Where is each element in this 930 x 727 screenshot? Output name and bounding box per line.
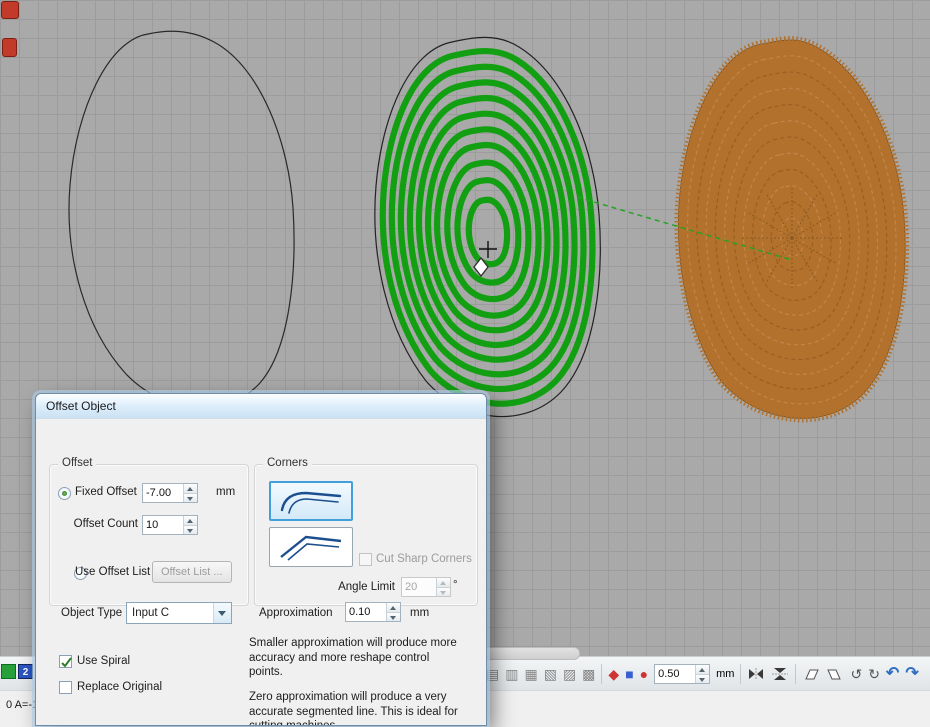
spin-down-icon[interactable] xyxy=(184,526,197,535)
stitch-width-unit: mm xyxy=(716,668,734,680)
approximation-note-2: Zero approximation will produce a very a… xyxy=(249,690,459,726)
blue-node-icon[interactable]: ■ xyxy=(625,667,633,681)
use-spiral-label: Use Spiral xyxy=(77,655,130,667)
mirror-vertical-icon[interactable] xyxy=(771,666,789,682)
angle-limit-unit: ° xyxy=(453,579,458,591)
docked-tool-icon[interactable] xyxy=(1,1,19,19)
object-type-value: Input C xyxy=(127,607,213,619)
toolbar-separator xyxy=(601,664,602,684)
corners-group-label: Corners xyxy=(263,457,312,469)
replace-original-label: Replace Original xyxy=(77,681,162,693)
spin-down-icon[interactable] xyxy=(184,494,197,503)
object-count-badge[interactable]: 2 xyxy=(18,664,33,679)
fixed-offset-value[interactable] xyxy=(143,484,183,502)
stitch-width-input[interactable] xyxy=(654,664,710,684)
spin-down-icon[interactable] xyxy=(696,675,709,684)
spin-up-icon[interactable] xyxy=(184,516,197,526)
dialog-body: Offset Fixed Offset mm Offset Count Use … xyxy=(36,418,486,725)
rotate-ccw-icon[interactable]: ↺ xyxy=(850,667,862,681)
color-swatch-green[interactable] xyxy=(1,664,16,679)
approximation-input[interactable] xyxy=(345,602,401,622)
object-type-label: Object Type xyxy=(61,607,122,619)
cut-sharp-corners-checkbox[interactable] xyxy=(359,553,372,566)
fixed-offset-spinner[interactable] xyxy=(183,484,197,502)
angle-limit-label: Angle Limit xyxy=(295,581,395,593)
rotate-cw-icon[interactable]: ↻ xyxy=(868,667,880,681)
spin-up-icon[interactable] xyxy=(387,603,400,613)
sharp-corner-icon xyxy=(276,531,346,564)
offset-count-label: Offset Count xyxy=(70,518,138,530)
corner-style-sharp-button[interactable] xyxy=(269,527,353,567)
approximation-label: Approximation xyxy=(259,607,333,619)
approximation-note-1: Smaller approximation will produce more … xyxy=(249,636,459,680)
hatch-tool-icon[interactable]: ▧ xyxy=(544,667,557,681)
pattern-tool-icon[interactable]: ▦ xyxy=(524,667,537,681)
spin-up-icon[interactable] xyxy=(437,578,450,588)
mirror-horizontal-icon[interactable] xyxy=(747,667,765,681)
offset-count-spinner[interactable] xyxy=(183,516,197,534)
offset-group-label: Offset xyxy=(58,457,96,469)
node-diamond-icon[interactable]: ◆ xyxy=(608,667,619,681)
offset-object-dialog: Offset Object Offset Fixed Offset mm Off… xyxy=(35,393,487,726)
approximation-value[interactable] xyxy=(346,603,386,621)
approximation-spinner[interactable] xyxy=(386,603,400,621)
angle-limit-input[interactable] xyxy=(401,577,451,597)
chevron-down-icon[interactable] xyxy=(213,603,231,623)
offset-count-value[interactable] xyxy=(143,516,183,534)
offset-group: Offset Fixed Offset mm Offset Count Use … xyxy=(49,464,249,606)
undo-icon[interactable]: ↶ xyxy=(886,666,899,682)
docked-tool-icon[interactable] xyxy=(2,38,17,57)
cut-sharp-corners-label: Cut Sharp Corners xyxy=(376,553,472,565)
spin-up-icon[interactable] xyxy=(184,484,197,494)
fixed-offset-input[interactable] xyxy=(142,483,198,503)
red-node-icon[interactable]: ● xyxy=(640,667,648,681)
fill-tool-icon[interactable]: ▥ xyxy=(505,667,518,681)
spin-down-icon[interactable] xyxy=(387,613,400,622)
angle-limit-spinner[interactable] xyxy=(436,578,450,596)
skew-right-icon[interactable] xyxy=(826,667,844,681)
toolbar-separator xyxy=(795,664,796,684)
skew-left-icon[interactable] xyxy=(802,667,820,681)
spin-down-icon[interactable] xyxy=(437,588,450,597)
offset-count-input[interactable] xyxy=(142,515,198,535)
spin-up-icon[interactable] xyxy=(696,665,709,675)
object-type-dropdown[interactable]: Input C xyxy=(126,602,232,624)
approximation-unit: mm xyxy=(410,607,429,619)
use-offset-list-label: Use Offset List xyxy=(75,566,150,578)
replace-original-checkbox[interactable] xyxy=(59,681,72,694)
fixed-offset-label: Fixed Offset xyxy=(75,486,137,498)
redo-icon[interactable]: ↷ xyxy=(905,666,918,682)
offset-list-button[interactable]: Offset List ... xyxy=(152,561,232,583)
stitch-width-spinner[interactable] xyxy=(695,665,709,683)
toolbar-separator xyxy=(740,664,741,684)
shade-tool-icon[interactable]: ▨ xyxy=(563,667,576,681)
toolbar-icons: ▤ ▥ ▦ ▧ ▨ ▩ ◆ ■ ● mm ↺ ↻ ↶ ↷ xyxy=(486,660,919,688)
grid-tool-icon[interactable]: ▤ xyxy=(486,667,499,681)
angle-limit-value[interactable] xyxy=(402,578,436,596)
corner-style-round-button[interactable] xyxy=(269,481,353,521)
dialog-title: Offset Object xyxy=(46,399,116,413)
corners-group: Corners Cut Sharp Corners xyxy=(254,464,478,606)
fixed-offset-unit: mm xyxy=(216,486,235,498)
dialog-titlebar[interactable]: Offset Object xyxy=(36,394,486,419)
round-corner-icon xyxy=(276,485,346,518)
fixed-offset-radio[interactable] xyxy=(58,487,71,500)
mesh-tool-icon[interactable]: ▩ xyxy=(582,667,595,681)
stitch-width-value[interactable] xyxy=(655,665,695,683)
use-spiral-checkbox[interactable] xyxy=(59,655,72,668)
